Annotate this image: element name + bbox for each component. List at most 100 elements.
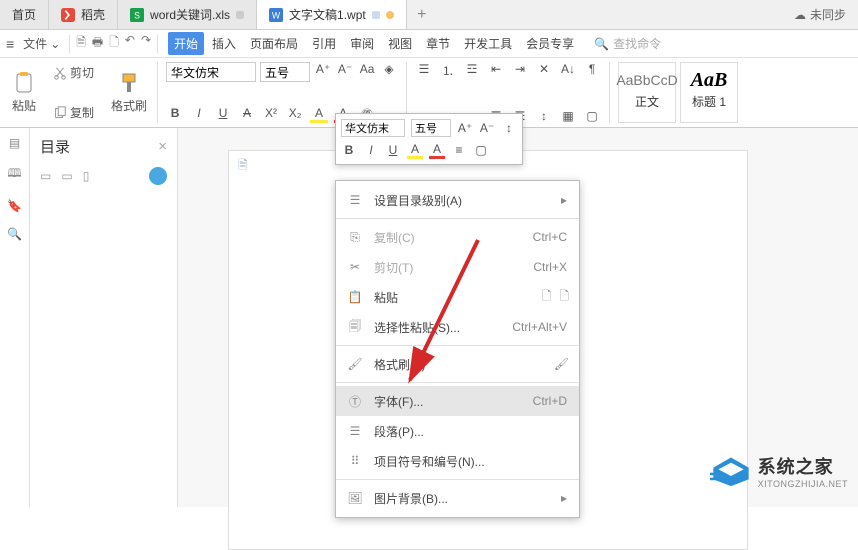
multilevel-button[interactable]: ☲ (463, 62, 481, 79)
cut-icon: ✂ (346, 260, 364, 274)
line-spacing-button[interactable]: ↕ (535, 109, 553, 123)
mini-font-size[interactable] (411, 119, 451, 137)
add-tab-button[interactable]: + (407, 0, 437, 29)
toc-icon: ☰ (346, 193, 364, 207)
bullets-icon: ⠿ (346, 454, 364, 468)
ctx-bullets[interactable]: ⠿ 项目符号和编号(N)... (336, 446, 579, 476)
font-name-select[interactable] (166, 62, 256, 82)
close-icon[interactable]: × (158, 138, 167, 155)
mini-line-spacing-button[interactable]: ↕ (501, 121, 517, 135)
ribbon-tab-start[interactable]: 开始 (168, 32, 204, 55)
ctx-toc-level[interactable]: ☰ 设置目录级别(A) ▸ (336, 185, 579, 215)
ribbon-tab-references[interactable]: 引用 (306, 32, 342, 55)
ctx-paste[interactable]: 📋 粘贴 🗋🗋 (336, 282, 579, 312)
tab-docer[interactable]: 稻壳 (49, 0, 118, 29)
file-menu[interactable]: 文件 ⌄ (20, 33, 63, 54)
format-painter-ext-icon[interactable]: 🖌 (554, 357, 569, 371)
superscript-button[interactable]: X² (262, 106, 280, 123)
ctx-font[interactable]: Ⓣ 字体(F)...Ctrl+D (336, 386, 579, 416)
ribbon-tab-layout[interactable]: 页面布局 (244, 32, 304, 55)
rail-bookmark-icon[interactable]: 🕮 (7, 164, 21, 185)
cut-button[interactable]: 剪切 (50, 62, 97, 83)
rail-search-icon[interactable]: 🔍 (7, 227, 22, 241)
grow-font-button[interactable]: A⁺ (314, 62, 332, 82)
ctx-paragraph[interactable]: ☰ 段落(P)... (336, 416, 579, 446)
command-search[interactable]: 🔍 查找命令 (594, 35, 661, 52)
subscript-button[interactable]: X₂ (286, 106, 304, 123)
docer-icon (61, 8, 75, 22)
quick-access: 🗎 🖶 🗋 ↶ ↷ (76, 33, 151, 54)
panel-tool-icon[interactable]: ▭ (61, 169, 72, 183)
context-menu: ☰ 设置目录级别(A) ▸ ⎘ 复制(C)Ctrl+C ✂ 剪切(T)Ctrl+… (335, 180, 580, 518)
style-normal[interactable]: AaBbCcD 正文 (618, 62, 676, 123)
numbering-button[interactable]: ⒈ (439, 62, 457, 79)
mini-border-button[interactable]: ▢ (473, 143, 489, 157)
tab-xls[interactable]: S word关键词.xls (118, 0, 257, 29)
panel-tool-icon[interactable]: ▯ (83, 169, 90, 183)
outline-panel: 目录 × ▭ ▭ ▯ (30, 128, 178, 507)
panel-refresh-icon[interactable] (149, 167, 167, 185)
tab-indicator-icon (372, 11, 380, 19)
menu-bar: ≡ 文件 ⌄ 🗎 🖶 🗋 ↶ ↷ 开始 插入 页面布局 引用 审阅 视图 章节 … (0, 30, 858, 58)
clear-format-button[interactable]: ◈ (380, 62, 398, 82)
increase-indent-button[interactable]: ⇥ (511, 62, 529, 79)
ribbon-tab-view[interactable]: 视图 (382, 32, 418, 55)
tab-doc-active[interactable]: W 文字文稿1.wpt (257, 0, 407, 29)
ctx-format-painter[interactable]: 🖌 格式刷(F) 🖌 (336, 349, 579, 379)
decrease-indent-button[interactable]: ⇤ (487, 62, 505, 79)
mini-font-name[interactable] (341, 119, 405, 137)
watermark-logo-icon (710, 454, 752, 488)
redo-icon[interactable]: ↷ (141, 33, 151, 54)
rail-tag-icon[interactable]: 🔖 (7, 199, 22, 213)
bullets-button[interactable]: ☰ (415, 62, 433, 79)
mini-grow-font-button[interactable]: A⁺ (457, 121, 473, 135)
mini-font-color-button[interactable]: A (429, 142, 445, 159)
tab-home[interactable]: 首页 (0, 0, 49, 29)
bold-button[interactable]: B (166, 106, 184, 123)
paste-option-icon[interactable]: 🗋 (559, 287, 569, 308)
mini-italic-button[interactable]: I (363, 143, 379, 157)
strike-button[interactable]: A (238, 106, 256, 123)
show-marks-button[interactable]: ¶ (583, 62, 601, 79)
format-painter-button[interactable]: 格式刷 (105, 62, 153, 123)
copy-button[interactable]: 复制 (50, 102, 97, 123)
save-icon[interactable]: 🗎 (76, 33, 86, 54)
underline-button[interactable]: U (214, 106, 232, 123)
preview-icon[interactable]: 🗋 (109, 33, 119, 54)
italic-button[interactable]: I (190, 106, 208, 123)
ribbon-tab-sections[interactable]: 章节 (420, 32, 456, 55)
svg-text:W: W (272, 10, 281, 20)
paste-option-icon[interactable]: 🗋 (542, 287, 552, 308)
mini-align-button[interactable]: ≡ (451, 143, 467, 157)
paste-button[interactable]: 粘贴 (6, 62, 42, 123)
mini-bold-button[interactable]: B (341, 143, 357, 157)
undo-icon[interactable]: ↶ (125, 33, 135, 54)
print-icon[interactable]: 🖶 (92, 33, 103, 54)
panel-tool-icon[interactable]: ▭ (40, 169, 51, 183)
change-case-button[interactable]: Aa (358, 62, 376, 82)
mini-highlight-button[interactable]: A (407, 142, 423, 159)
rail-outline-icon[interactable]: ▤ (9, 136, 20, 150)
ribbon-tab-insert[interactable]: 插入 (206, 32, 242, 55)
tab-bar: 首页 稻壳 S word关键词.xls W 文字文稿1.wpt + ☁ 未同步 (0, 0, 858, 30)
sync-status[interactable]: ☁ 未同步 (782, 0, 858, 29)
style-heading1[interactable]: AaB 标题 1 (680, 62, 738, 123)
shading-button[interactable]: ▦ (559, 109, 577, 123)
ribbon-tab-developer[interactable]: 开发工具 (458, 32, 518, 55)
ctx-background[interactable]: 🖼 图片背景(B)... ▸ (336, 483, 579, 513)
xls-icon: S (130, 8, 144, 22)
ctx-copy: ⎘ 复制(C)Ctrl+C (336, 222, 579, 252)
panel-title: 目录 × (40, 136, 167, 157)
ribbon-tab-review[interactable]: 审阅 (344, 32, 380, 55)
ribbon-tab-member[interactable]: 会员专享 (520, 32, 580, 55)
highlight-button[interactable]: A (310, 106, 328, 123)
text-direction-button[interactable]: ✕ (535, 62, 553, 79)
border-button[interactable]: ▢ (583, 109, 601, 123)
hamburger-icon[interactable]: ≡ (6, 36, 14, 52)
font-size-select[interactable] (260, 62, 310, 82)
sort-button[interactable]: A↓ (559, 62, 577, 79)
mini-underline-button[interactable]: U (385, 143, 401, 157)
ctx-paste-special[interactable]: 🗐 选择性粘贴(S)...Ctrl+Alt+V (336, 312, 579, 342)
mini-shrink-font-button[interactable]: A⁻ (479, 121, 495, 135)
shrink-font-button[interactable]: A⁻ (336, 62, 354, 82)
